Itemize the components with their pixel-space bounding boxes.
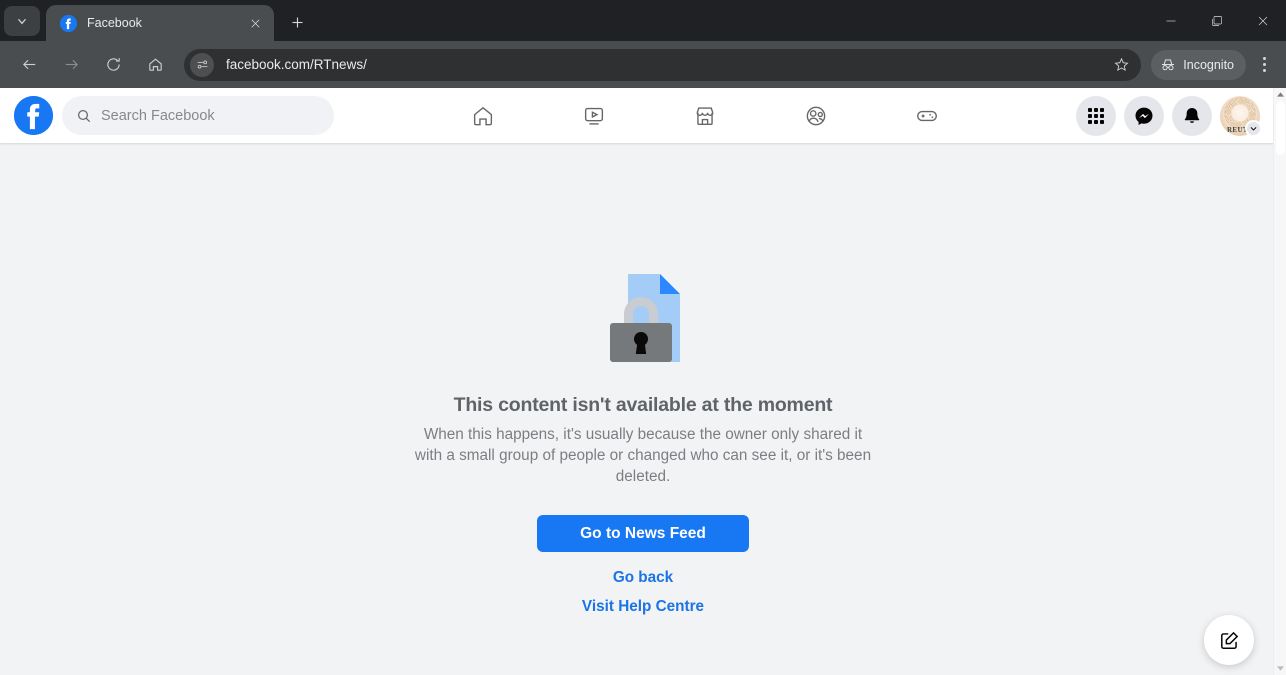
window-maximize-button[interactable] bbox=[1194, 0, 1240, 41]
video-watch-icon bbox=[584, 107, 604, 125]
tab-search-button[interactable] bbox=[4, 6, 40, 36]
groups-people-icon bbox=[806, 106, 826, 125]
page-scrollbar[interactable] bbox=[1273, 88, 1286, 675]
three-dots-menu-icon bbox=[1262, 63, 1266, 66]
close-icon bbox=[1258, 16, 1268, 25]
tune-settings-icon bbox=[197, 60, 207, 69]
minimize-icon bbox=[1166, 20, 1176, 21]
incognito-label: Incognito bbox=[1183, 57, 1234, 72]
close-icon bbox=[251, 19, 259, 27]
three-dots-menu-icon bbox=[1262, 69, 1266, 72]
back-arrow-icon bbox=[22, 59, 35, 70]
address-bar[interactable]: facebook.com/RTnews/ bbox=[184, 48, 1142, 81]
home-icon bbox=[148, 58, 162, 71]
site-settings-button[interactable] bbox=[190, 52, 214, 77]
incognito-indicator[interactable]: Incognito bbox=[1151, 49, 1246, 80]
url-text[interactable]: facebook.com/RTnews/ bbox=[226, 57, 1107, 72]
home-icon bbox=[473, 106, 493, 125]
plus-icon bbox=[292, 17, 302, 27]
search-placeholder: Search Facebook bbox=[101, 107, 215, 124]
go-to-news-feed-button[interactable]: Go to News Feed bbox=[537, 515, 749, 552]
nav-tab-marketplace[interactable] bbox=[650, 92, 761, 140]
new-tab-button[interactable] bbox=[282, 7, 312, 37]
error-title: This content isn't available at the mome… bbox=[453, 394, 833, 416]
browser-tab-facebook[interactable]: Facebook bbox=[46, 5, 274, 41]
bell-notification-icon bbox=[1184, 107, 1200, 123]
page-viewport: Search Facebook REUTE This content isn't… bbox=[0, 88, 1286, 675]
nav-tab-gaming[interactable] bbox=[872, 92, 983, 140]
search-input[interactable]: Search Facebook bbox=[62, 96, 334, 135]
window-close-button[interactable] bbox=[1240, 0, 1286, 41]
account-avatar[interactable]: REUTE bbox=[1220, 95, 1262, 137]
account-dropdown-badge[interactable] bbox=[1245, 119, 1262, 137]
facebook-favicon bbox=[60, 14, 77, 32]
chevron-down-icon bbox=[1250, 126, 1257, 131]
messenger-icon bbox=[1135, 107, 1153, 125]
tab-title: Facebook bbox=[87, 16, 142, 30]
scroll-up-arrow-icon bbox=[1277, 92, 1284, 97]
window-minimize-button[interactable] bbox=[1148, 0, 1194, 41]
chevron-down-icon bbox=[18, 18, 26, 25]
home-button[interactable] bbox=[140, 50, 170, 80]
scrollbar-thumb[interactable] bbox=[1276, 101, 1285, 155]
reload-icon bbox=[106, 58, 120, 71]
messenger-button[interactable] bbox=[1124, 95, 1164, 136]
locked-document-icon bbox=[610, 274, 680, 362]
forward-arrow-icon bbox=[65, 59, 78, 70]
marketplace-store-icon bbox=[696, 106, 714, 125]
back-button[interactable] bbox=[14, 50, 44, 80]
restore-icon bbox=[1212, 15, 1222, 26]
facebook-logo-icon bbox=[14, 96, 53, 135]
window-controls bbox=[1148, 0, 1286, 41]
facebook-navbar: Search Facebook REUTE bbox=[0, 88, 1286, 143]
visit-help-centre-link[interactable]: Visit Help Centre bbox=[582, 598, 704, 616]
three-dots-menu-icon bbox=[1262, 57, 1266, 60]
scroll-down-arrow-icon bbox=[1277, 666, 1284, 671]
facebook-home-logo-button[interactable] bbox=[14, 96, 53, 135]
navbar-tabs bbox=[334, 88, 1076, 143]
error-content: This content isn't available at the mome… bbox=[0, 143, 1286, 675]
locked-document-illustration bbox=[587, 268, 699, 368]
nav-tab-groups[interactable] bbox=[761, 92, 872, 140]
go-back-link[interactable]: Go back bbox=[613, 569, 673, 587]
navbar-right: REUTE bbox=[1076, 95, 1272, 137]
menu-grid-button[interactable] bbox=[1076, 95, 1116, 136]
grid-apps-icon bbox=[1088, 107, 1104, 124]
nav-tab-video[interactable] bbox=[539, 92, 650, 140]
browser-toolbar: facebook.com/RTnews/ Incognito bbox=[0, 41, 1286, 88]
bookmark-button[interactable] bbox=[1107, 51, 1135, 79]
browser-window: Facebook facebook.com/RTnews/ Incognito … bbox=[0, 0, 1286, 675]
navbar-left: Search Facebook bbox=[14, 96, 334, 135]
tab-strip: Facebook bbox=[0, 0, 1286, 41]
search-icon bbox=[77, 109, 91, 122]
facebook-favicon-glyph bbox=[60, 14, 77, 32]
scroll-down-button[interactable] bbox=[1274, 662, 1286, 675]
tab-close-button[interactable] bbox=[244, 12, 266, 34]
gaming-controller-icon bbox=[917, 110, 937, 121]
incognito-hat-icon bbox=[1162, 58, 1175, 70]
scroll-up-button[interactable] bbox=[1274, 88, 1286, 101]
star-icon bbox=[1114, 57, 1129, 72]
compose-fab-button[interactable] bbox=[1204, 615, 1254, 665]
nav-tab-home[interactable] bbox=[428, 92, 539, 140]
browser-menu-button[interactable] bbox=[1250, 50, 1278, 80]
error-description: When this happens, it's usually because … bbox=[414, 426, 872, 485]
notifications-button[interactable] bbox=[1172, 95, 1212, 136]
forward-button[interactable] bbox=[56, 50, 86, 80]
reload-button[interactable] bbox=[98, 50, 128, 80]
compose-edit-icon bbox=[1220, 631, 1238, 649]
